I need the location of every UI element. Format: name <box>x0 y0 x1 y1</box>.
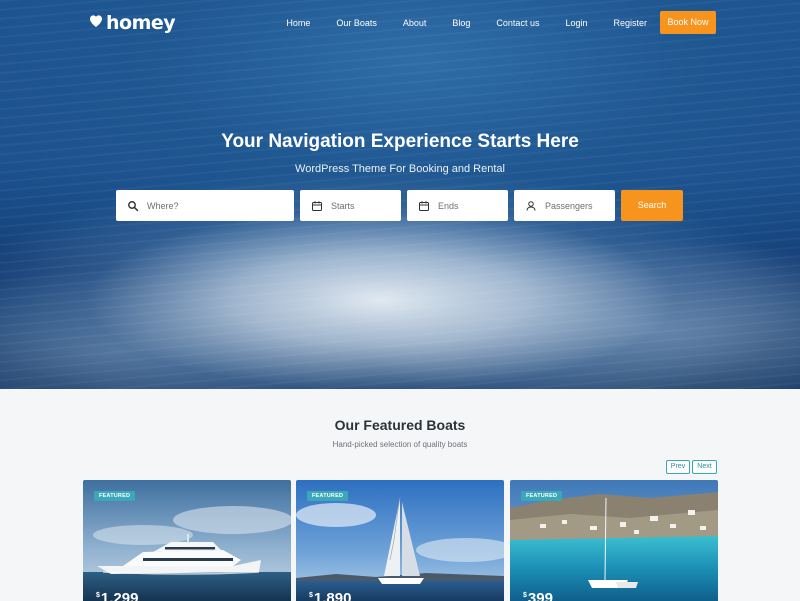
nav-home[interactable]: Home <box>286 12 310 34</box>
prev-button[interactable]: Prev <box>666 460 690 474</box>
nav-register[interactable]: Register <box>613 12 647 34</box>
featured-badge: FEATURED <box>307 491 349 501</box>
price-value: 1,890 <box>313 590 352 601</box>
featured-badge: FEATURED <box>94 491 136 501</box>
featured-subtitle: Hand-picked selection of quality boats <box>332 440 468 449</box>
main-nav: Home Our Boats About Blog Contact us Log… <box>286 11 716 34</box>
price-label: $1,890 <box>309 590 351 601</box>
currency-symbol: $ <box>523 592 527 599</box>
logo-text: homey <box>106 12 176 34</box>
hero-subtitle: WordPress Theme For Booking and Rental <box>295 163 505 175</box>
featured-badge: FEATURED <box>521 491 563 501</box>
ends-date-input[interactable]: Ends <box>407 190 508 221</box>
boat-card[interactable]: FEATURED $1,299 <box>83 480 291 601</box>
logo[interactable]: homey <box>88 12 176 34</box>
book-now-button[interactable]: Book Now <box>660 11 716 34</box>
user-icon <box>525 200 537 212</box>
boat-card[interactable]: FEATURED $1,890 <box>296 480 504 601</box>
calendar-icon <box>418 200 430 212</box>
passengers-placeholder: Passengers <box>545 200 593 211</box>
price-label: $1,299 <box>96 590 138 601</box>
featured-title: Our Featured Boats <box>334 417 466 433</box>
nav-our-boats[interactable]: Our Boats <box>336 12 377 34</box>
calendar-icon <box>311 200 323 212</box>
starts-date-input[interactable]: Starts <box>300 190 401 221</box>
ends-placeholder: Ends <box>438 200 459 211</box>
search-button[interactable]: Search <box>621 190 683 221</box>
passengers-input[interactable]: Passengers <box>514 190 615 221</box>
price-value: 1,299 <box>100 590 139 601</box>
nav-login[interactable]: Login <box>565 12 587 34</box>
nav-blog[interactable]: Blog <box>452 12 470 34</box>
where-input[interactable]: Where? <box>116 190 294 221</box>
price-label: $399 <box>523 590 553 601</box>
heart-logo-icon <box>88 13 104 33</box>
nav-about[interactable]: About <box>403 12 427 34</box>
boat-card[interactable]: FEATURED $399 <box>510 480 718 601</box>
currency-symbol: $ <box>96 592 100 599</box>
price-value: 399 <box>527 590 553 601</box>
starts-placeholder: Starts <box>331 200 355 211</box>
hero-title: Your Navigation Experience Starts Here <box>221 131 579 152</box>
currency-symbol: $ <box>309 592 313 599</box>
search-icon <box>127 200 139 212</box>
next-button[interactable]: Next <box>692 460 717 474</box>
where-placeholder: Where? <box>147 200 179 211</box>
nav-contact[interactable]: Contact us <box>496 12 539 34</box>
